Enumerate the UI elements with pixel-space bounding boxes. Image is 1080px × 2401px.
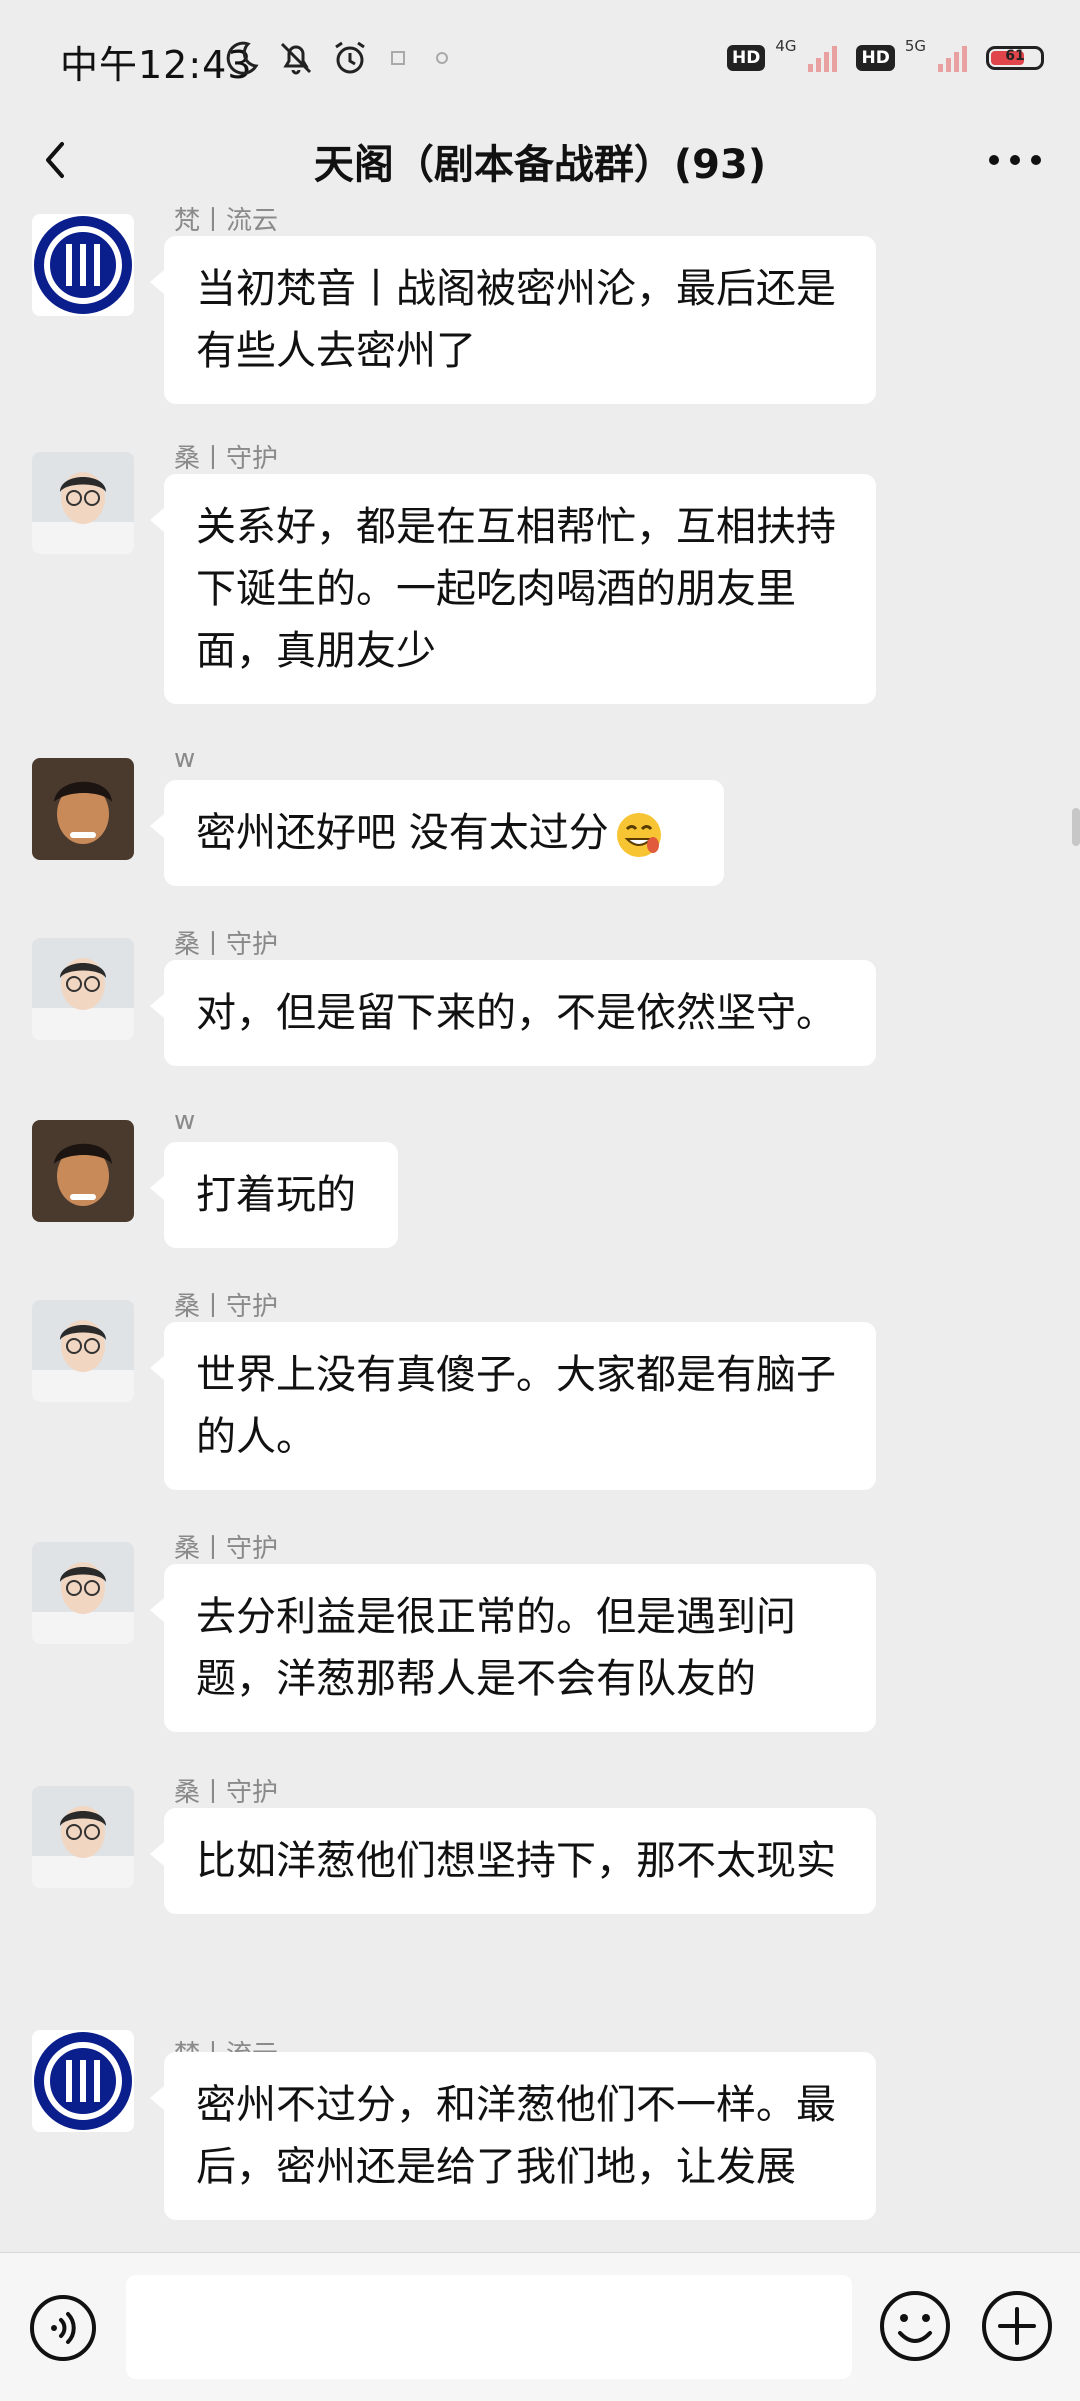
sender-name: 桑丨守护 [174, 1292, 279, 1322]
chat-header: 天阁（剧本备战群）(93) [0, 108, 1080, 208]
scrollbar[interactable] [1072, 808, 1080, 846]
hd-badge: HD [726, 45, 766, 71]
person-avatar-icon [32, 1786, 134, 1888]
message-bubble[interactable]: 打着玩的 [150, 1142, 398, 1248]
message-text: 密州还好吧 没有太过分 [196, 810, 609, 856]
sender-name: 梵丨流云 [174, 206, 279, 236]
plus-icon [982, 2291, 1052, 2361]
sender-name: 桑丨守护 [174, 930, 279, 960]
avatar[interactable] [32, 1786, 134, 1888]
alarm-icon [335, 41, 365, 74]
message-bubble[interactable]: 去分利益是很正常的。但是遇到问题，洋葱那帮人是不会有队友的 [150, 1564, 876, 1732]
message-bubble[interactable]: 密州还好吧 没有太过分 [150, 780, 724, 886]
more-dots-icon [989, 155, 1041, 165]
more-button[interactable] [980, 130, 1050, 190]
hd-badge: HD [856, 45, 895, 71]
message-bubble[interactable]: 关系好，都是在互相帮忙，互相扶持下诞生的。一起吃肉喝酒的朋友里面，真朋友少 [150, 474, 876, 704]
sender-name: 桑丨守护 [174, 1534, 279, 1564]
person-avatar-icon [32, 1542, 134, 1644]
message-bubble[interactable]: 当初梵音丨战阁被密州沦，最后还是有些人去密州了 [150, 236, 876, 404]
avatar[interactable] [32, 938, 134, 1040]
message-bubble[interactable]: 密州不过分，和洋葱他们不一样。最后，密州还是给了我们地，让发展 [150, 2052, 876, 2220]
emoji-button[interactable] [878, 2289, 952, 2363]
message-bubble[interactable]: 比如洋葱他们想坚持下，那不太现实 [150, 1808, 876, 1914]
avatar[interactable] [32, 758, 134, 860]
battery-icon: 61 [986, 46, 1044, 70]
avatar[interactable] [32, 1300, 134, 1402]
grinning-sweat-emoji-icon [616, 813, 661, 857]
voice-icon [30, 2295, 96, 2361]
avatar[interactable] [32, 2030, 134, 2132]
boy-avatar-icon [32, 758, 134, 860]
notification-icon [436, 52, 448, 64]
moon-icon [226, 41, 259, 75]
battery-level: 61 [1005, 48, 1025, 64]
network-4g: 4G [775, 37, 797, 55]
status-icons [222, 38, 458, 78]
avatar[interactable] [32, 1542, 134, 1644]
person-avatar-icon [32, 452, 134, 554]
person-avatar-icon [32, 1300, 134, 1402]
mute-bell-icon [280, 42, 312, 75]
inter-logo-avatar-icon [32, 214, 134, 316]
message-input[interactable] [126, 2275, 852, 2379]
sender-name: 桑丨守护 [174, 444, 279, 474]
message-bubble[interactable]: 世界上没有真傻子。大家都是有脑子的人。 [150, 1322, 876, 1490]
more-actions-button[interactable] [980, 2289, 1054, 2363]
voice-button[interactable] [28, 2293, 98, 2363]
chat-title: 天阁（剧本备战群）(93) [313, 142, 767, 188]
signal-icon [808, 46, 838, 72]
network-5g: 5G [904, 37, 926, 55]
input-bar [0, 2252, 1080, 2401]
avatar[interactable] [32, 214, 134, 316]
notification-icon [391, 51, 405, 65]
message-bubble[interactable]: 对，但是留下来的，不是依然坚守。 [150, 960, 876, 1066]
inter-logo-avatar-icon [32, 2030, 134, 2132]
person-avatar-icon [32, 938, 134, 1040]
sender-name: 桑丨守护 [174, 1778, 279, 1808]
signal-icon [938, 46, 967, 72]
sender-name: w [174, 744, 196, 774]
sender-name: w [174, 1106, 196, 1136]
status-right: HD 4G HD 5G 61 [726, 37, 1044, 74]
avatar[interactable] [32, 452, 134, 554]
boy-avatar-icon [32, 1120, 134, 1222]
smiley-icon [880, 2291, 950, 2361]
message-item: 梵丨流云 密州不过分，和洋葱他们不一样。最后，密州还是给了我们地，让发展 [32, 2030, 912, 2252]
avatar[interactable] [32, 1120, 134, 1222]
status-bar: 中午12:43 HD 4G HD 5G 61 [0, 0, 1080, 120]
